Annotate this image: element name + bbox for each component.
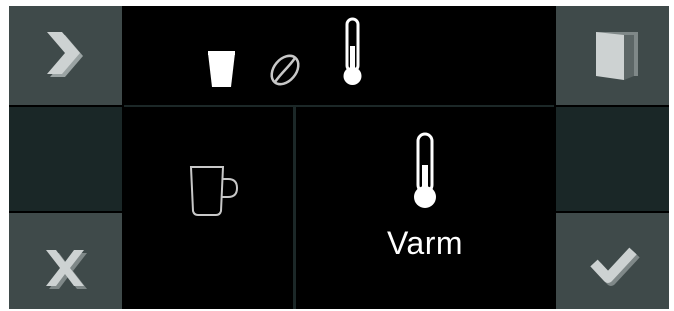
confirm-button[interactable] bbox=[556, 213, 669, 309]
coffee-machine-display: Varm bbox=[9, 6, 669, 309]
status-bar bbox=[124, 6, 554, 105]
left-spacer bbox=[9, 107, 122, 211]
checkmark-icon bbox=[590, 247, 640, 286]
door-button[interactable] bbox=[556, 6, 669, 105]
close-icon bbox=[46, 250, 87, 289]
right-spacer bbox=[556, 107, 669, 211]
next-button[interactable] bbox=[9, 6, 122, 105]
cancel-button[interactable] bbox=[9, 213, 122, 309]
coffee-bean-icon bbox=[270, 54, 300, 86]
door-icon bbox=[596, 32, 638, 80]
temperature-label: Varm bbox=[386, 225, 464, 261]
thermometer-icon bbox=[343, 17, 362, 85]
temperature-option[interactable]: Varm bbox=[296, 107, 554, 309]
cup-option[interactable] bbox=[124, 107, 293, 309]
glass-icon bbox=[208, 51, 235, 87]
cup-icon bbox=[189, 166, 239, 216]
chevron-right-icon bbox=[47, 32, 83, 77]
thermometer-icon bbox=[414, 132, 436, 208]
